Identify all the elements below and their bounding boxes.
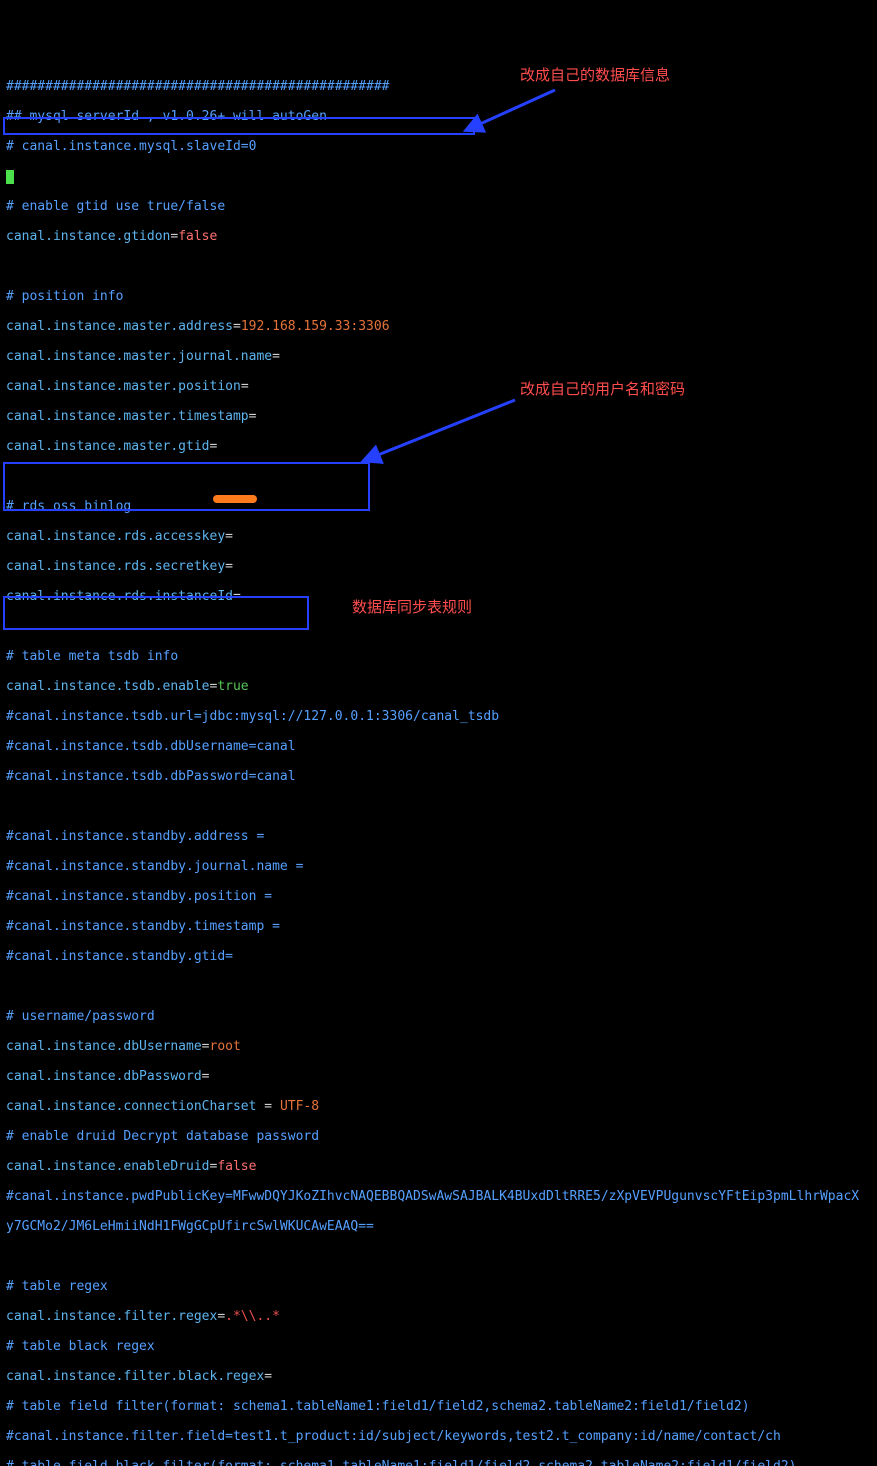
- comment-line: #canal.instance.standby.journal.name =: [6, 859, 303, 874]
- config-key: canal.instance.connectionCharset: [6, 1099, 256, 1114]
- config-key: canal.instance.master.journal.name: [6, 349, 272, 364]
- password-mask: [213, 495, 257, 503]
- comment-line: #canal.instance.tsdb.dbUsername=canal: [6, 739, 296, 754]
- comment-line: # enable druid Decrypt database password: [6, 1129, 319, 1144]
- comment-line: #canal.instance.tsdb.dbPassword=canal: [6, 769, 296, 784]
- comment-line: ########################################…: [6, 79, 390, 94]
- config-value: UTF-8: [280, 1099, 319, 1114]
- config-key: canal.instance.master.timestamp: [6, 409, 249, 424]
- config-key: canal.instance.rds.accesskey: [6, 529, 225, 544]
- config-key: canal.instance.filter.black.regex: [6, 1369, 264, 1384]
- comment-line: # table meta tsdb info: [6, 649, 178, 664]
- config-key: canal.instance.tsdb.enable: [6, 679, 210, 694]
- config-key: canal.instance.gtidon: [6, 229, 170, 244]
- annotation-table-rule: 数据库同步表规则: [352, 600, 472, 615]
- comment-line: ## mysql serverId , v1.0.26+ will autoGe…: [6, 109, 327, 124]
- config-value: false: [178, 229, 217, 244]
- config-key: canal.instance.rds.secretkey: [6, 559, 225, 574]
- code-editor[interactable]: ########################################…: [6, 64, 871, 1466]
- annotation-user-pass: 改成自己的用户名和密码: [520, 382, 685, 397]
- annotation-db-info: 改成自己的数据库信息: [520, 68, 670, 83]
- comment-line: #canal.instance.standby.address =: [6, 829, 264, 844]
- comment-line: # enable gtid use true/false: [6, 199, 225, 214]
- comment-line: # position info: [6, 289, 123, 304]
- comment-line: # table black regex: [6, 1339, 155, 1354]
- config-key: canal.instance.master.gtid: [6, 439, 210, 454]
- config-value: true: [217, 679, 248, 694]
- config-key: canal.instance.master.position: [6, 379, 241, 394]
- comment-line: #canal.instance.standby.position =: [6, 889, 272, 904]
- comment-line: #canal.instance.pwdPublicKey=MFwwDQYJKoZ…: [6, 1189, 859, 1204]
- comment-line: #canal.instance.tsdb.url=jdbc:mysql://12…: [6, 709, 499, 724]
- comment-line: #canal.instance.filter.field=test1.t_pro…: [6, 1429, 781, 1444]
- comment-line: # table field filter(format: schema1.tab…: [6, 1399, 750, 1414]
- comment-line: # table regex: [6, 1279, 108, 1294]
- config-value: false: [217, 1159, 256, 1174]
- config-value-user: root: [210, 1039, 241, 1054]
- config-key-master-address: canal.instance.master.address: [6, 319, 233, 334]
- config-value-ip: 192.168.159.33:3306: [241, 319, 390, 334]
- config-key: canal.instance.rds.instanceId: [6, 589, 233, 604]
- comment-line: # rds oss binlog: [6, 499, 131, 514]
- config-key-dbuser: canal.instance.dbUsername: [6, 1039, 202, 1054]
- comment-line: # canal.instance.mysql.slaveId=0: [6, 139, 256, 154]
- config-key-dbpass: canal.instance.dbPassword: [6, 1069, 202, 1084]
- config-key: canal.instance.enableDruid: [6, 1159, 210, 1174]
- comment-line: # table field black filter(format: schem…: [6, 1459, 797, 1466]
- comment-line: # username/password: [6, 1009, 155, 1024]
- comment-line: #canal.instance.standby.timestamp =: [6, 919, 280, 934]
- config-value-regex: .*\\..*: [225, 1309, 280, 1324]
- text-cursor: [6, 170, 14, 184]
- comment-line: y7GCMo2/JM6LeHmiiNdH1FWgGCpUfircSwlWKUCA…: [6, 1219, 374, 1234]
- config-key-filter-regex: canal.instance.filter.regex: [6, 1309, 217, 1324]
- comment-line: #canal.instance.standby.gtid=: [6, 949, 233, 964]
